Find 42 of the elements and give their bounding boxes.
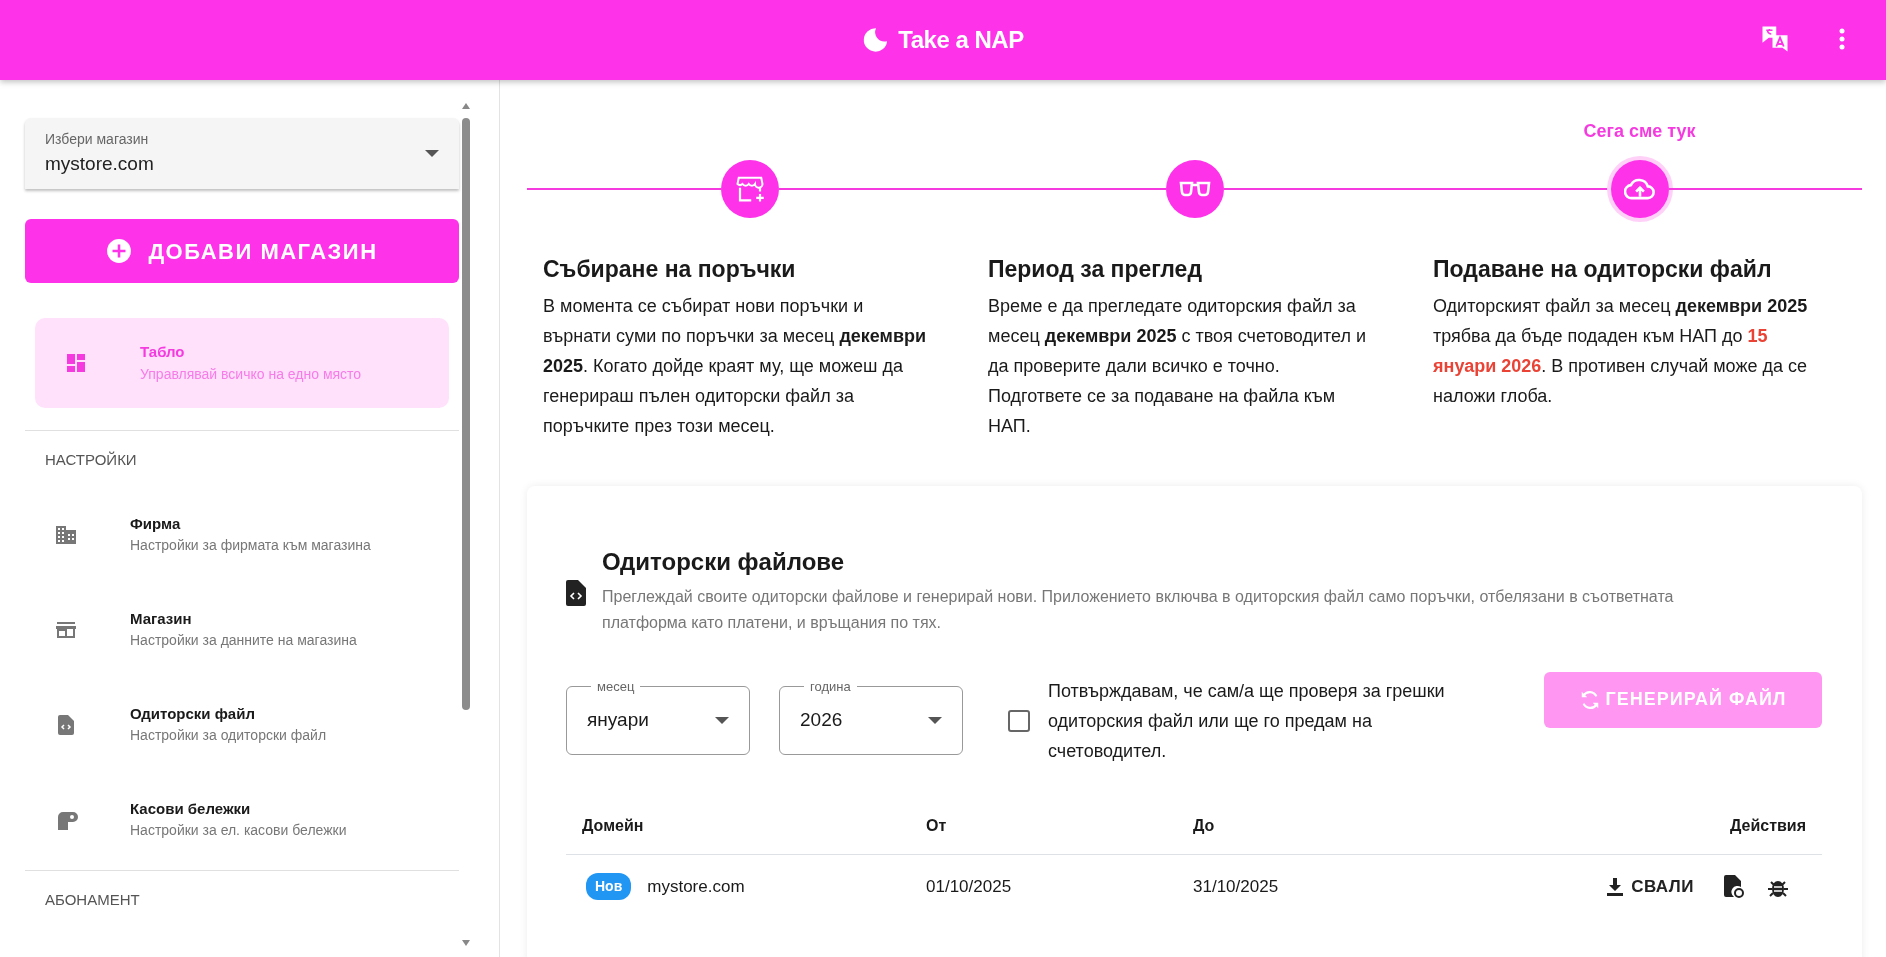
translate-icon[interactable] (1760, 24, 1790, 54)
column-header: Домейн (582, 815, 645, 836)
column-header: До (1193, 815, 1216, 836)
caret-icon (425, 149, 439, 158)
file-refresh-icon[interactable] (1724, 874, 1744, 899)
current-step-label: Сега сме тук (1583, 121, 1696, 141)
nav-item[interactable]: Магазин Настройки за данните на магазина (25, 584, 459, 675)
table-cell-text: mystore.com (647, 875, 745, 898)
status-badge: Нов (586, 873, 632, 900)
caret-icon (928, 716, 942, 725)
code-file-icon (566, 579, 586, 606)
nav-item[interactable]: Одиторски файл Настройки за одиторски файл (25, 679, 459, 770)
card-title: Одиторски файлове (602, 546, 846, 577)
nav-item[interactable]: Касови бележки Настройки за ел. касови бележки (25, 774, 459, 865)
scrollbar[interactable] (461, 102, 471, 947)
step-description: Време е да прегледате одиторския файл за месец декември 2025 с твоя счетоводител и да проверите дали всичко е точно. Подгответе се за подаване на файла към НАП. (988, 294, 1367, 438)
caret-icon (715, 716, 729, 725)
scroll-down-icon[interactable] (461, 939, 471, 947)
confirm-checkbox[interactable] (1008, 709, 1030, 732)
more-menu-icon[interactable] (1838, 27, 1846, 51)
download-icon (1607, 877, 1624, 896)
step-description: Одиторският файл за месец декември 2025 трябва да бъде подаден към НАП до 15 януари 2026. В противен случай може да се наложи глоба. (1433, 294, 1809, 408)
glasses-icon (1178, 179, 1211, 199)
cloud-upload-icon (1623, 176, 1656, 202)
step-description: В момента се събират нови поръчки и върнати суми по поръчки за месец декември 2025. Когато дойде краят му, ще можеш да генерираш пълен одиторски файл за поръчките през този месец. (543, 294, 928, 438)
column-header: От (926, 815, 948, 836)
plus-circle-icon (106, 238, 133, 264)
confirm-label: Потвърждавам, че сам/а ще проверя за грешки одиторския файл или ще го предам на счетоводител. (1048, 679, 1446, 763)
store-select[interactable]: Избери магазин mystore.com (25, 118, 459, 189)
scroll-up-icon[interactable] (461, 102, 471, 110)
download-button[interactable]: СВАЛИ (1601, 872, 1700, 901)
card-description: Преглеждай своите одиторски файлове и генерирай нови. Приложението включва в одиторския файл само поръчки, отбелязани в съответната платформа като платени, и връщания по тях. (602, 586, 1675, 633)
column-header: Действия (1729, 815, 1806, 836)
step-title: Период за преглед (988, 255, 1203, 284)
nav-item[interactable]: Фирма Настройки за фирмата към магазина (25, 489, 459, 580)
table-cell-text: 01/10/2025 (926, 875, 1013, 898)
section-heading: АБОНАМЕНТ (25, 869, 459, 929)
store-add-icon (734, 174, 765, 204)
step-title: Събиране на поръчки (543, 255, 797, 284)
section-heading: НАСТРОЙКИ (25, 430, 459, 490)
step-title: Подаване на одиторски файл (1433, 255, 1773, 284)
table-cell-text: 31/10/2025 (1193, 875, 1280, 898)
